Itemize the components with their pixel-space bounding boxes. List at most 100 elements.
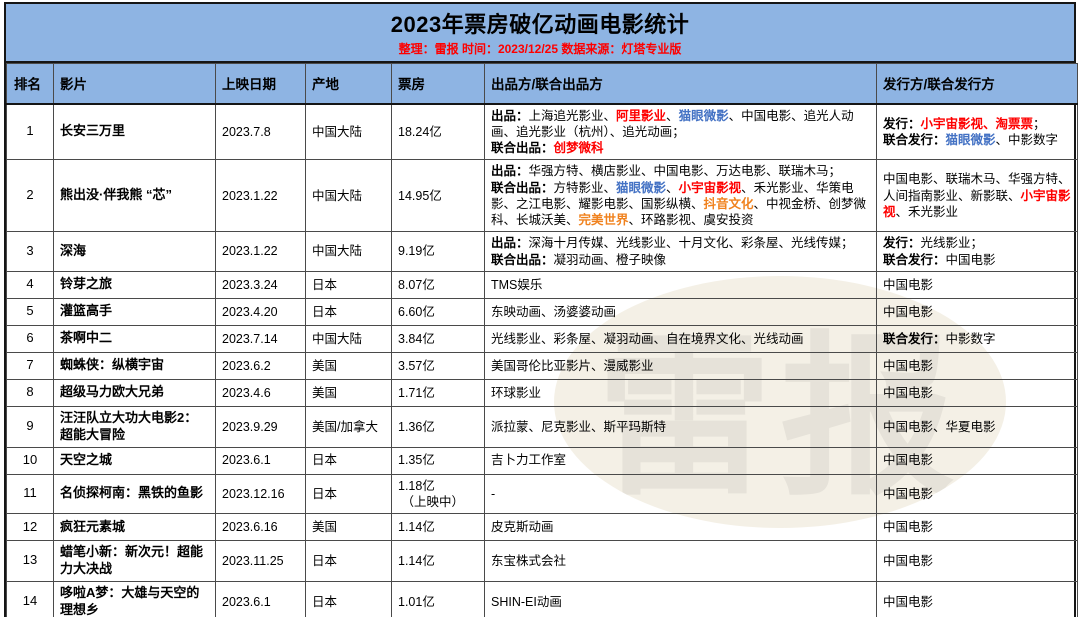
column-header-producers: 出品方/联合出品方 bbox=[485, 64, 877, 104]
producers-cell: 出品：华强方特、横店影业、中国电影、万达电影、联瑞木马； 联合出品：方特影业、猫… bbox=[485, 160, 877, 232]
company-name-segment: 上海追光影业、 bbox=[529, 109, 617, 123]
table-row: 12疯狂元素城2023.6.16美国1.14亿皮克斯动画中国电影 bbox=[7, 514, 1078, 541]
box-office-cell: 1.71亿 bbox=[392, 379, 485, 406]
film-title-cell: 汪汪队立大功大电影2：超能大冒险 bbox=[54, 406, 216, 447]
company-name-segment: 阿里影业 bbox=[616, 109, 666, 123]
producers-cell: 美国哥伦比亚影片、漫威影业 bbox=[485, 352, 877, 379]
rank-cell: 5 bbox=[7, 298, 54, 325]
box-office-cell: 9.19亿 bbox=[392, 232, 485, 272]
company-name-segment: 、中影数字 bbox=[996, 133, 1059, 147]
release-date-cell: 2023.1.22 bbox=[216, 160, 306, 232]
column-header-distributors: 发行方/联合发行方 bbox=[877, 64, 1078, 104]
company-name-segment: 中国电影 bbox=[883, 520, 933, 534]
company-name-segment: 、 bbox=[666, 181, 679, 195]
distributors-cell: 发行：小宇宙影视、淘票票； 联合发行：猫眼微影、中影数字 bbox=[877, 104, 1078, 160]
table-row: 2熊出没·伴我熊 “芯”2023.1.22中国大陆14.95亿出品：华强方特、横… bbox=[7, 160, 1078, 232]
origin-cell: 中国大陆 bbox=[306, 325, 392, 352]
box-office-cell: 14.95亿 bbox=[392, 160, 485, 232]
producers-cell: TMS娱乐 bbox=[485, 271, 877, 298]
origin-cell: 中国大陆 bbox=[306, 160, 392, 232]
company-name-segment: 美国哥伦比亚影片、漫威影业 bbox=[491, 359, 654, 373]
release-date-cell: 2023.7.8 bbox=[216, 104, 306, 160]
producers-cell: 环球影业 bbox=[485, 379, 877, 406]
box-office-cell: 1.14亿 bbox=[392, 541, 485, 582]
company-name-segment: ； bbox=[1033, 117, 1046, 131]
origin-cell: 美国 bbox=[306, 379, 392, 406]
table-row: 11名侦探柯南：黑铁的鱼影2023.12.16日本1.18亿 （上映中）-中国电… bbox=[7, 474, 1078, 514]
distributors-cell: 中国电影 bbox=[877, 379, 1078, 406]
release-date-cell: 2023.6.2 bbox=[216, 352, 306, 379]
company-name-segment: 中国电影 bbox=[883, 595, 933, 609]
producers-cell: 东映动画、汤婆婆动画 bbox=[485, 298, 877, 325]
release-date-cell: 2023.6.1 bbox=[216, 447, 306, 474]
film-title-cell: 超级马力欧大兄弟 bbox=[54, 379, 216, 406]
table-row: 10天空之城2023.6.1日本1.35亿吉卜力工作室中国电影 bbox=[7, 447, 1078, 474]
box-office-sheet: 2023年票房破亿动画电影统计 整理：雷报 时间：2023/12/25 数据来源… bbox=[4, 2, 1076, 617]
distributors-cell: 中国电影 bbox=[877, 352, 1078, 379]
company-name-segment: 中国电影 bbox=[946, 253, 996, 267]
box-office-cell: 1.36亿 bbox=[392, 406, 485, 447]
film-title-cell: 哆啦A梦：大雄与天空的理想乡 bbox=[54, 581, 216, 617]
box-office-cell: 18.24亿 bbox=[392, 104, 485, 160]
table-row: 5灌篮高手2023.4.20日本6.60亿东映动画、汤婆婆动画中国电影 bbox=[7, 298, 1078, 325]
distributors-cell: 中国电影 bbox=[877, 514, 1078, 541]
producers-cell: 吉卜力工作室 bbox=[485, 447, 877, 474]
origin-cell: 中国大陆 bbox=[306, 104, 392, 160]
table-row: 4铃芽之旅2023.3.24日本8.07亿TMS娱乐中国电影 bbox=[7, 271, 1078, 298]
distributors-cell: 联合发行：中影数字 bbox=[877, 325, 1078, 352]
rank-cell: 10 bbox=[7, 447, 54, 474]
producers-cell: 光线影业、彩条屋、凝羽动画、自在境界文化、光线动画 bbox=[485, 325, 877, 352]
company-name-segment: 联合出品： bbox=[491, 181, 554, 195]
company-name-segment: 深海十月传媒、光线影业、十月文化、彩条屋、光线传媒； bbox=[529, 236, 854, 250]
company-name-segment: 凝羽动画、橙子映像 bbox=[554, 253, 667, 267]
rank-cell: 7 bbox=[7, 352, 54, 379]
film-title-cell: 蜘蛛侠：纵横宇宙 bbox=[54, 352, 216, 379]
company-name-segment: 联合出品： bbox=[491, 253, 554, 267]
origin-cell: 美国 bbox=[306, 514, 392, 541]
film-title-cell: 天空之城 bbox=[54, 447, 216, 474]
box-office-cell: 3.57亿 bbox=[392, 352, 485, 379]
table-header: 排名 影片 上映日期 产地 票房 出品方/联合出品方 发行方/联合发行方 bbox=[7, 64, 1078, 104]
release-date-cell: 2023.11.25 bbox=[216, 541, 306, 582]
company-name-segment: 联合发行： bbox=[883, 253, 946, 267]
company-name-segment: 完美世界 bbox=[579, 213, 629, 227]
box-office-table: 排名 影片 上映日期 产地 票房 出品方/联合出品方 发行方/联合发行方 1长安… bbox=[6, 63, 1078, 617]
film-title-cell: 铃芽之旅 bbox=[54, 271, 216, 298]
box-office-cell: 1.18亿 （上映中） bbox=[392, 474, 485, 514]
table-row: 1长安三万里2023.7.8中国大陆18.24亿出品：上海追光影业、阿里影业、猫… bbox=[7, 104, 1078, 160]
company-name-segment: 光线影业、彩条屋、凝羽动画、自在境界文化、光线动画 bbox=[491, 332, 804, 346]
company-name-segment: 中国电影 bbox=[883, 278, 933, 292]
film-title-cell: 灌篮高手 bbox=[54, 298, 216, 325]
table-row: 7蜘蛛侠：纵横宇宙2023.6.2美国3.57亿美国哥伦比亚影片、漫威影业 中国电… bbox=[7, 352, 1078, 379]
company-name-segment: - bbox=[491, 487, 495, 501]
company-name-segment: 猫眼微影 bbox=[679, 109, 729, 123]
company-name-segment: 猫眼微影 bbox=[946, 133, 996, 147]
table-row: 13蜡笔小新：新次元！超能力大决战2023.11.25日本1.14亿东宝株式会社… bbox=[7, 541, 1078, 582]
company-name-segment: 小宇宙影视、淘票票 bbox=[921, 117, 1034, 131]
release-date-cell: 2023.4.6 bbox=[216, 379, 306, 406]
origin-cell: 日本 bbox=[306, 298, 392, 325]
company-name-segment: 中国电影 bbox=[883, 453, 933, 467]
company-name-segment: 创梦微科 bbox=[554, 141, 604, 155]
film-title-cell: 名侦探柯南：黑铁的鱼影 bbox=[54, 474, 216, 514]
distributors-cell: 中国电影 bbox=[877, 581, 1078, 617]
column-header-date: 上映日期 bbox=[216, 64, 306, 104]
producers-cell: 东宝株式会社 bbox=[485, 541, 877, 582]
company-name-segment: 中国电影、华夏电影 bbox=[883, 420, 996, 434]
distributors-cell: 中国电影 bbox=[877, 447, 1078, 474]
company-name-segment: 光线影业； bbox=[921, 236, 984, 250]
origin-cell: 日本 bbox=[306, 447, 392, 474]
producers-cell: - bbox=[485, 474, 877, 514]
origin-cell: 美国 bbox=[306, 352, 392, 379]
table-row: 9汪汪队立大功大电影2：超能大冒险2023.9.29美国/加拿大1.36亿派拉蒙… bbox=[7, 406, 1078, 447]
rank-cell: 8 bbox=[7, 379, 54, 406]
company-name-segment: 吉卜力工作室 bbox=[491, 453, 566, 467]
company-name-segment: 中影数字 bbox=[946, 332, 996, 346]
rank-cell: 2 bbox=[7, 160, 54, 232]
film-title-cell: 熊出没·伴我熊 “芯” bbox=[54, 160, 216, 232]
distributors-cell: 发行：光线影业； 联合发行：中国电影 bbox=[877, 232, 1078, 272]
distributors-cell: 中国电影 bbox=[877, 298, 1078, 325]
company-name-segment: SHIN-EI动画 bbox=[491, 595, 562, 609]
table-row: 6茶啊中二2023.7.14中国大陆3.84亿光线影业、彩条屋、凝羽动画、自在境… bbox=[7, 325, 1078, 352]
column-header-boxoffice: 票房 bbox=[392, 64, 485, 104]
